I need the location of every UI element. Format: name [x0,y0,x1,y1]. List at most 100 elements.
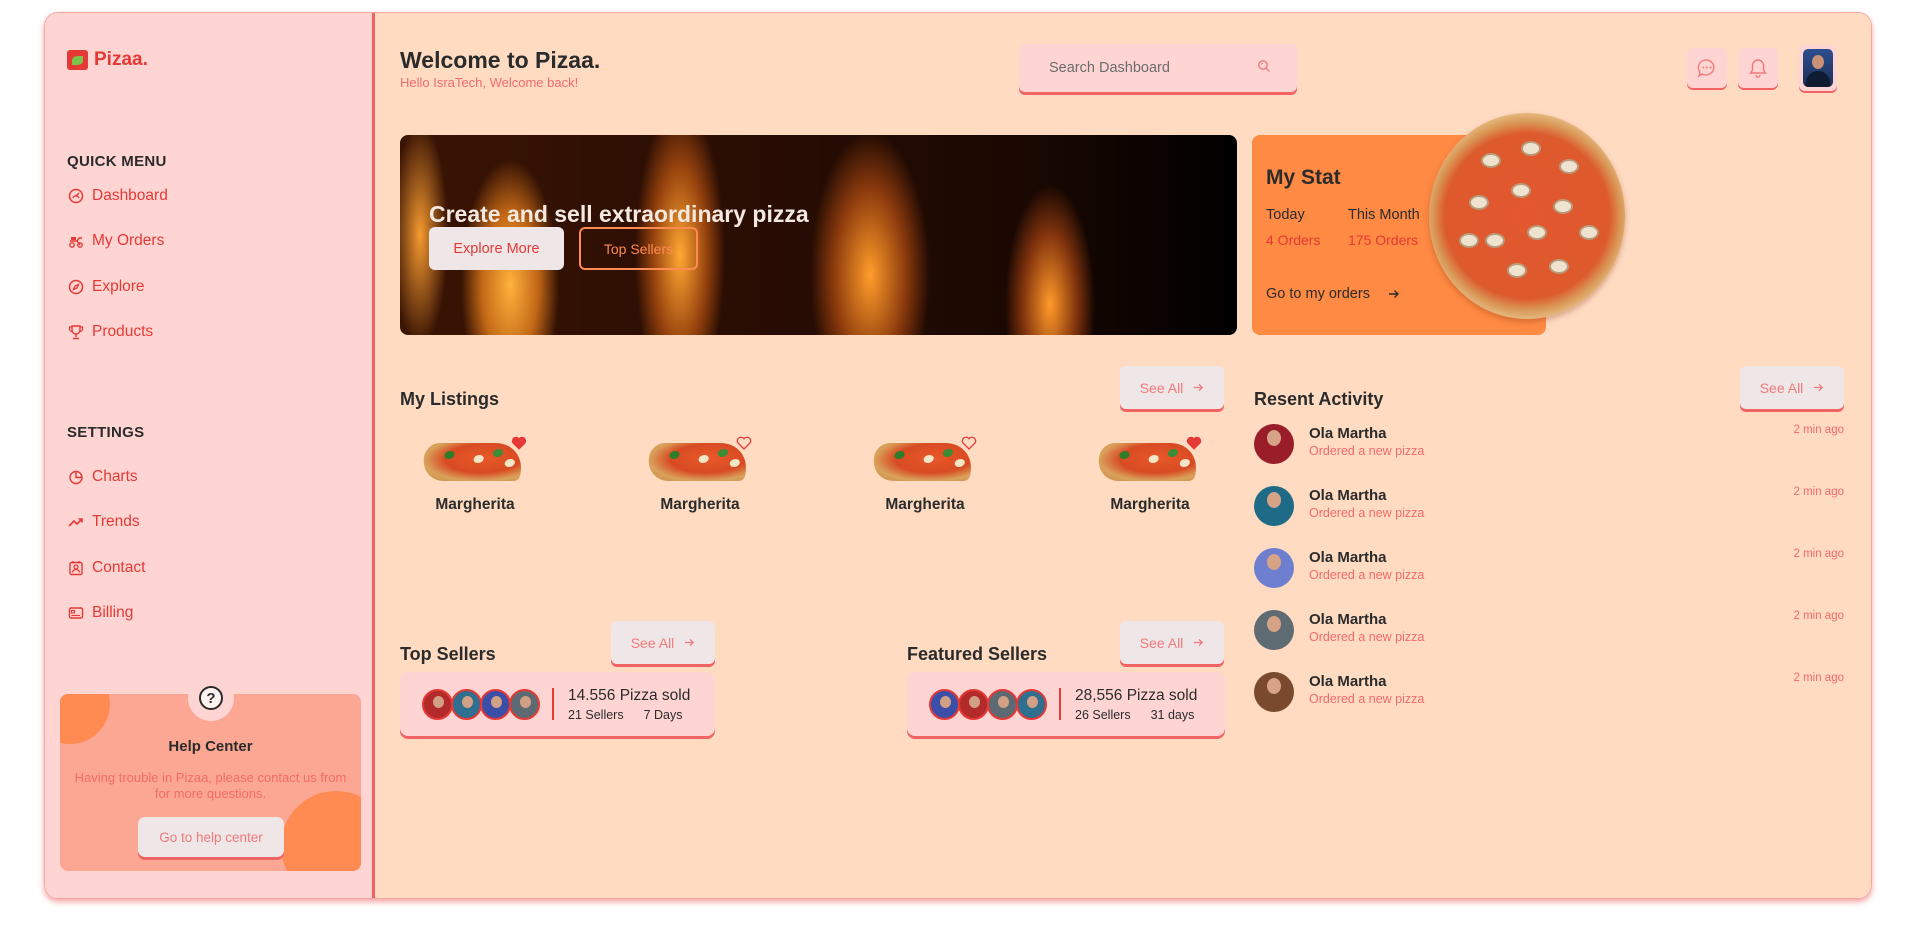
activity-item[interactable]: Ola Martha Ordered a new pizza 2 min ago [1254,424,1844,470]
brand-name: Pizaa. [94,49,148,70]
sidebar-item-label: Explore [92,277,145,295]
settings-menu: Charts Trends Contact Billing [67,454,145,636]
go-to-orders-link[interactable]: Go to my orders [1266,286,1400,302]
user-avatar[interactable] [1799,45,1837,91]
avatar [1254,610,1294,650]
heart-outline-icon[interactable] [736,435,752,451]
bell-icon [1749,59,1767,78]
help-title: Help Center [168,738,253,755]
top-sellers-period: 7 Days [643,707,683,722]
activity-time: 2 min ago [1793,548,1844,560]
stat-today-label: Today [1266,207,1305,223]
top-sellers-sold: 14.556 Pizza sold [568,686,691,704]
heart-filled-icon[interactable] [511,435,527,451]
activity-time: 2 min ago [1793,672,1844,684]
settings-title: SETTINGS [67,424,145,441]
activity-description: Ordered a new pizza [1309,630,1425,644]
activity-user-name: Ola Martha [1309,487,1387,504]
listing-name: Margherita [660,496,740,513]
featured-sellers-count: 26 Sellers [1075,707,1131,722]
explore-more-button[interactable]: Explore More [429,227,564,270]
listings-see-all-button[interactable]: See All [1120,366,1224,409]
orders-icon [67,233,84,250]
activity-item[interactable]: Ola Martha Ordered a new pizza 2 min ago [1254,610,1844,656]
heart-outline-icon[interactable] [961,435,977,451]
seller-avatars [929,688,1047,720]
featured-sellers-card[interactable]: 28,556 Pizza sold 26 Sellers 31 days [907,672,1225,736]
sidebar-item-explore[interactable]: Explore [67,264,168,310]
avatar [509,688,540,720]
notifications-button[interactable] [1738,48,1778,88]
arrow-right-icon [1194,383,1204,392]
activity-description: Ordered a new pizza [1309,568,1425,582]
sidebar-item-orders[interactable]: My Orders [67,219,168,265]
see-all-label: See All [1759,379,1804,396]
activity-item[interactable]: Ola Martha Ordered a new pizza 2 min ago [1254,672,1844,718]
top-sellers-see-all-button[interactable]: See All [611,621,715,664]
activity-time: 2 min ago [1793,424,1844,436]
avatar [422,688,453,720]
activity-time: 2 min ago [1793,486,1844,498]
activity-time: 2 min ago [1793,610,1844,622]
stat-month-label: This Month [1348,207,1420,223]
sidebar-item-label: Trends [92,513,140,531]
avatar [1254,486,1294,526]
recent-activity-title: Resent Activity [1254,389,1384,409]
help-center-button[interactable]: Go to help center [138,817,284,857]
activity-user-name: Ola Martha [1309,673,1387,690]
go-to-orders-label: Go to my orders [1266,286,1370,302]
chat-icon [1697,59,1715,78]
activity-item[interactable]: Ola Martha Ordered a new pizza 2 min ago [1254,548,1844,594]
sidebar-item-billing[interactable]: Billing [67,591,145,637]
logo-icon [67,50,88,70]
sidebar-item-label: Contact [92,558,146,576]
sidebar-item-products[interactable]: Products [67,310,168,356]
page-subtitle: Hello IsraTech, Welcome back! [400,75,579,90]
sidebar-item-contact[interactable]: Contact [67,545,145,591]
hero-title: Create and sell extraordinary pizza [429,201,809,227]
sidebar-item-trends[interactable]: Trends [67,500,145,546]
arrow-right-icon [1814,383,1824,392]
arrow-right-icon [685,638,695,647]
avatar [451,688,482,720]
search-input[interactable] [1049,60,1257,76]
sidebar-item-dashboard[interactable]: Dashboard [67,173,168,219]
arrow-right-icon [1388,290,1399,298]
avatar [1016,688,1047,720]
listing-item[interactable]: Margherita [1075,435,1225,514]
activity-user-name: Ola Martha [1309,611,1387,628]
listing-name: Margherita [885,496,965,513]
dashboard-icon [67,187,84,204]
avatar [929,688,960,720]
quick-menu: Dashboard My Orders Explore Products [67,173,168,355]
listing-item[interactable]: Margherita [850,435,1000,514]
listing-item[interactable]: Margherita [400,435,550,514]
top-sellers-card[interactable]: 14.556 Pizza sold 21 Sellers 7 Days [400,672,715,736]
stat-month-value: 175 Orders [1348,232,1419,248]
sidebar-item-charts[interactable]: Charts [67,454,145,500]
my-listings-title: My Listings [400,389,500,409]
sidebar-item-label: Charts [92,467,138,485]
avatar [958,688,989,720]
logo[interactable]: Pizaa. [67,49,148,71]
listing-item[interactable]: Margherita [625,435,775,514]
stat-today-value: 4 Orders [1266,232,1321,248]
messages-button[interactable] [1687,48,1727,88]
featured-sellers-see-all-button[interactable]: See All [1120,621,1224,664]
heart-filled-icon[interactable] [1186,435,1202,451]
pizza-slice-image [1093,435,1203,487]
compass-icon [67,278,84,295]
top-sellers-button[interactable]: Top Sellers [579,227,698,270]
avatar [1254,424,1294,464]
activity-description: Ordered a new pizza [1309,444,1425,458]
pizza-image [1429,113,1625,319]
trophy-icon [67,324,84,341]
activity-see-all-button[interactable]: See All [1740,366,1844,409]
sidebar-item-label: My Orders [92,232,165,250]
avatar [480,688,511,720]
arrow-right-icon [1194,638,1204,647]
featured-sellers-sold: 28,556 Pizza sold [1075,686,1198,704]
sidebar-item-label: Dashboard [92,186,168,204]
search-icon[interactable] [1257,59,1271,78]
activity-item[interactable]: Ola Martha Ordered a new pizza 2 min ago [1254,486,1844,532]
